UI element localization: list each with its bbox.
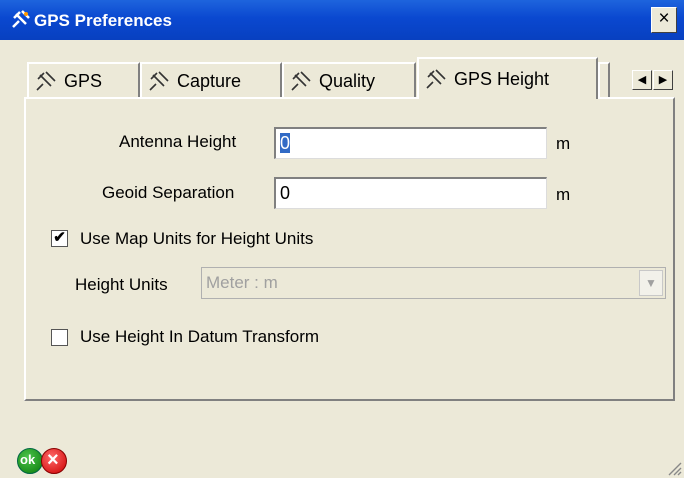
window-title: GPS Preferences [34, 11, 172, 30]
satellite-icon [12, 10, 30, 28]
satellite-icon [149, 71, 169, 91]
tab-capture[interactable]: Capture [140, 62, 282, 98]
tab-label: Quality [319, 70, 376, 91]
satellite-icon [426, 69, 446, 89]
tab-panel [24, 97, 675, 401]
tab-partial [598, 62, 610, 98]
tab-label: GPS Height [454, 68, 550, 89]
close-button[interactable]: × [651, 7, 677, 33]
tab-gps[interactable]: GPS [27, 62, 140, 98]
satellite-icon [291, 71, 311, 91]
ok-button[interactable]: ok [17, 448, 43, 474]
tab-scroll-right-button[interactable]: ▶ [653, 70, 673, 90]
tab-quality[interactable]: Quality [282, 62, 416, 98]
tab-label: Capture [177, 70, 242, 91]
close-icon: × [47, 449, 59, 471]
tab-scroll-left-button[interactable]: ◀ [632, 70, 652, 90]
tab-label: GPS [64, 70, 103, 91]
ok-label: ok [20, 452, 36, 467]
tab-gps-height[interactable]: GPS Height [417, 57, 598, 99]
satellite-icon [36, 71, 56, 91]
cancel-button[interactable]: × [41, 448, 67, 474]
resize-grip-icon[interactable] [666, 460, 682, 476]
title-bar: GPS Preferences × [0, 0, 684, 40]
